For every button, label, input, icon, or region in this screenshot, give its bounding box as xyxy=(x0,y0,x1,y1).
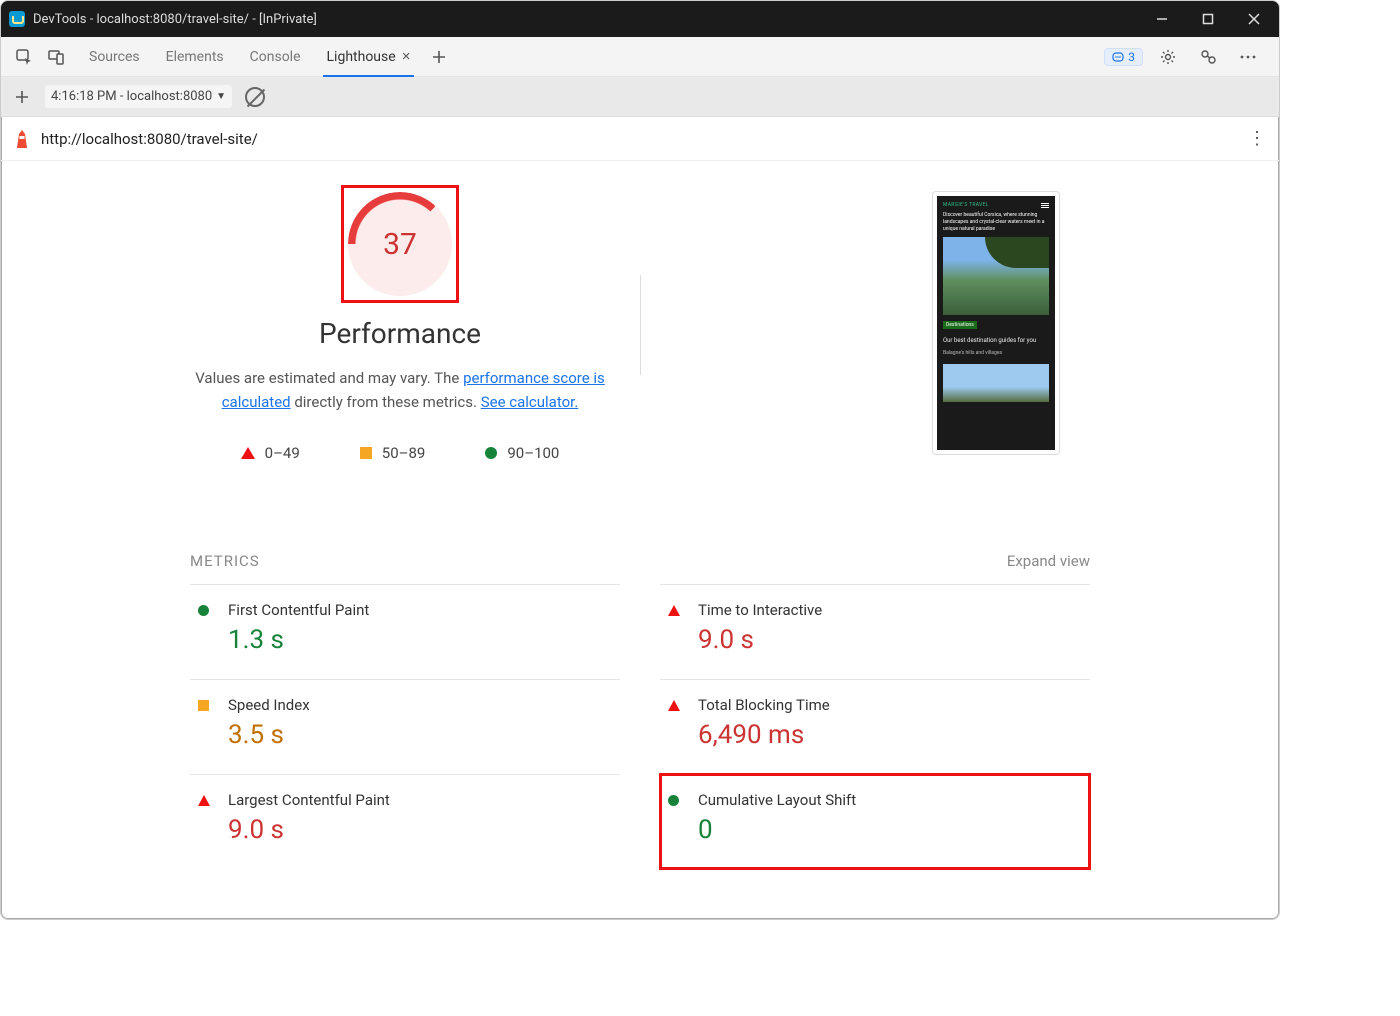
metric-value: 1.3 s xyxy=(228,625,369,655)
tab-label: Elements xyxy=(166,49,224,65)
metric-label: First Contentful Paint xyxy=(228,601,369,619)
preview-blurb: Discover beautiful Corsica, where stunni… xyxy=(943,212,1049,233)
square-orange-icon xyxy=(198,700,209,711)
screenshot-preview[interactable]: MARGIE'S TRAVEL Discover beautiful Corsi… xyxy=(932,191,1060,455)
metric-label: Speed Index xyxy=(228,696,310,714)
window-maximize-button[interactable] xyxy=(1185,1,1231,37)
metric-value: 6,490 ms xyxy=(698,720,830,750)
performance-gauge: 37 xyxy=(348,192,452,296)
device-toggle-icon[interactable] xyxy=(41,42,71,72)
app-icon xyxy=(9,11,25,27)
tab-lighthouse[interactable]: Lighthouse × xyxy=(315,37,423,77)
expand-view-link[interactable]: Expand view xyxy=(1007,552,1090,570)
window-minimize-button[interactable] xyxy=(1139,1,1185,37)
lighthouse-header: http://localhost:8080/travel-site/ ⋮ xyxy=(1,117,1279,161)
circle-green-icon xyxy=(198,605,209,616)
metrics-section: METRICS Expand view First Contentful Pai… xyxy=(190,552,1090,869)
triangle-red-icon xyxy=(668,605,680,616)
preview-hero-image xyxy=(943,237,1049,315)
metric-value: 9.0 s xyxy=(228,815,390,845)
tab-console[interactable]: Console xyxy=(238,37,313,77)
metric-value: 3.5 s xyxy=(228,720,310,750)
phone-mock: MARGIE'S TRAVEL Discover beautiful Corsi… xyxy=(937,196,1055,450)
devtools-window: DevTools - localhost:8080/travel-site/ -… xyxy=(0,0,1280,920)
window-title: DevTools - localhost:8080/travel-site/ -… xyxy=(33,12,317,27)
report-scroll[interactable]: 37 Performance Values are estimated and … xyxy=(1,161,1279,919)
lighthouse-report: 37 Performance Values are estimated and … xyxy=(190,161,1090,909)
tab-elements[interactable]: Elements xyxy=(154,37,236,77)
divider xyxy=(640,275,641,375)
report-url: http://localhost:8080/travel-site/ xyxy=(41,130,258,148)
tab-close-icon[interactable]: × xyxy=(402,48,411,65)
caret-down-icon: ▼ xyxy=(216,91,226,102)
lighthouse-logo-icon xyxy=(13,128,31,150)
triangle-red-icon xyxy=(198,795,210,806)
inspect-icon[interactable] xyxy=(9,42,39,72)
report-select[interactable]: 4:16:18 PM - localhost:8080 ▼ xyxy=(45,85,232,108)
add-tab-button[interactable] xyxy=(424,42,454,72)
report-select-label: 4:16:18 PM - localhost:8080 xyxy=(51,89,212,104)
metric-si[interactable]: Speed Index 3.5 s xyxy=(190,679,620,774)
more-icon[interactable] xyxy=(1233,42,1263,72)
preview-brand: MARGIE'S TRAVEL xyxy=(943,202,989,208)
metric-label: Time to Interactive xyxy=(698,601,822,619)
clear-icon xyxy=(245,87,265,107)
new-report-button[interactable] xyxy=(9,84,35,110)
performance-gauge-area: 37 Performance Values are estimated and … xyxy=(190,185,610,462)
score-highlight: 37 xyxy=(341,185,459,303)
issues-count: 3 xyxy=(1128,50,1135,64)
performance-score: 37 xyxy=(348,192,452,296)
preview-subtitle: Our best destination guides for you xyxy=(943,337,1049,344)
tab-label: Sources xyxy=(89,49,140,65)
triangle-red-icon xyxy=(668,700,680,711)
square-orange-icon xyxy=(360,447,372,459)
circle-green-icon xyxy=(485,447,497,459)
performance-title: Performance xyxy=(190,317,610,350)
triangle-red-icon xyxy=(241,447,255,459)
issues-pill[interactable]: 3 xyxy=(1104,48,1143,66)
calculator-link[interactable]: See calculator. xyxy=(481,393,579,411)
metric-tti[interactable]: Time to Interactive 9.0 s xyxy=(660,584,1090,679)
legend-mid: 50–89 xyxy=(360,444,426,462)
tab-label: Console xyxy=(250,49,301,65)
metric-cls[interactable]: Cumulative Layout Shift 0 xyxy=(660,774,1090,869)
legend-low: 0–49 xyxy=(241,444,300,462)
preview-small: Balagne's hills and villages xyxy=(943,350,1049,356)
metric-label: Cumulative Layout Shift xyxy=(698,791,856,809)
metric-tbt[interactable]: Total Blocking Time 6,490 ms xyxy=(660,679,1090,774)
circle-green-icon xyxy=(668,795,679,806)
hamburger-icon xyxy=(1041,203,1049,208)
metric-label: Total Blocking Time xyxy=(698,696,830,714)
legend-high: 90–100 xyxy=(485,444,559,462)
window-close-button[interactable] xyxy=(1231,1,1277,37)
window-titlebar: DevTools - localhost:8080/travel-site/ -… xyxy=(1,1,1279,37)
settings-icon[interactable] xyxy=(1153,42,1183,72)
metric-lcp[interactable]: Largest Contentful Paint 9.0 s xyxy=(190,774,620,869)
preview-button: Destinations xyxy=(943,321,977,329)
performance-description: Values are estimated and may vary. The p… xyxy=(190,366,610,414)
metric-value: 9.0 s xyxy=(698,625,822,655)
metric-fcp[interactable]: First Contentful Paint 1.3 s xyxy=(190,584,620,679)
preview-second-image xyxy=(943,364,1049,402)
activity-icon[interactable] xyxy=(1193,42,1223,72)
report-menu-icon[interactable]: ⋮ xyxy=(1248,128,1267,149)
metric-label: Largest Contentful Paint xyxy=(228,791,390,809)
lighthouse-toolbar: 4:16:18 PM - localhost:8080 ▼ xyxy=(1,77,1279,117)
devtools-tabbar: Sources Elements Console Lighthouse × 3 xyxy=(1,37,1279,77)
score-legend: 0–49 50–89 90–100 xyxy=(190,444,610,462)
metric-value: 0 xyxy=(698,815,856,845)
tab-sources[interactable]: Sources xyxy=(77,37,152,77)
metrics-heading: METRICS xyxy=(190,552,260,570)
clear-button[interactable] xyxy=(242,84,268,110)
tab-label: Lighthouse xyxy=(327,49,396,65)
